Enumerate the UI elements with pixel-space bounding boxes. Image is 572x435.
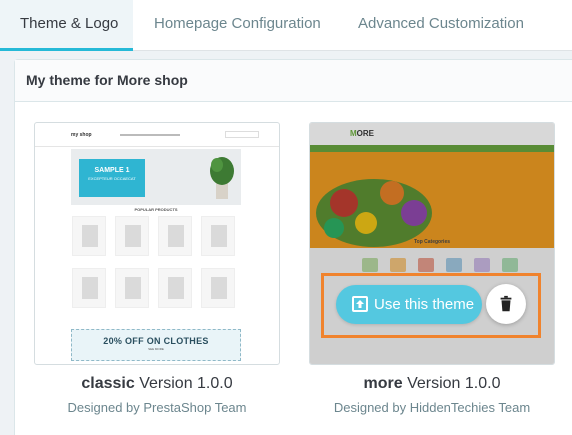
preview-product [72, 268, 106, 308]
preview-product [115, 268, 149, 308]
delete-theme-button[interactable] [486, 284, 526, 324]
preview-product [201, 268, 235, 308]
tab-theme-logo[interactable]: Theme & Logo [0, 0, 133, 51]
tab-homepage-configuration[interactable]: Homepage Configuration [134, 0, 334, 51]
preview-search [225, 131, 259, 138]
theme-title-more: more Version 1.0.0 [309, 375, 555, 393]
theme-name: classic [81, 375, 135, 392]
theme-preview-classic[interactable]: my shop SAMPLE 1 EXCEPTEUR OCCAECAT POPU… [34, 122, 280, 365]
preview-banner-title: 20% OFF ON CLOTHES [103, 336, 209, 346]
trash-icon [500, 295, 512, 312]
panel-title: My theme for More shop [15, 60, 572, 102]
preview-product [201, 216, 235, 256]
use-this-theme-button[interactable]: Use this theme [336, 285, 482, 324]
preview-product [158, 216, 192, 256]
preview-hero-subtitle: EXCEPTEUR OCCAECAT [88, 176, 136, 181]
theme-version: Version 1.0.0 [407, 375, 501, 392]
upload-icon [352, 296, 368, 312]
theme-name: more [363, 375, 403, 392]
preview-product [115, 216, 149, 256]
preview-hero-box: SAMPLE 1 EXCEPTEUR OCCAECAT [79, 159, 145, 197]
preview-product [72, 216, 106, 256]
use-this-theme-label: Use this theme [374, 296, 475, 313]
theme-version: Version 1.0.0 [139, 375, 233, 392]
preview-product [158, 268, 192, 308]
preview-header: my shop [35, 123, 279, 147]
theme-title-classic: classic Version 1.0.0 [34, 375, 280, 393]
theme-card-classic: my shop SAMPLE 1 EXCEPTEUR OCCAECAT POPU… [34, 122, 280, 415]
preview-hero-title: SAMPLE 1 [94, 167, 130, 174]
preview-sale-banner: 20% OFF ON CLOTHES SEE MORE [71, 329, 241, 361]
theme-author: Designed by PrestaShop Team [67, 400, 247, 415]
theme-author: Designed by HiddenTechies Team [333, 400, 531, 415]
preview-hero: SAMPLE 1 EXCEPTEUR OCCAECAT [71, 149, 241, 205]
preview-section-heading: POPULAR PRODUCTS [134, 207, 178, 212]
preview-logo: my shop [71, 132, 92, 138]
tab-bar: Theme & Logo Homepage Configuration Adva… [0, 0, 572, 51]
plant-image [210, 157, 234, 199]
preview-banner-subtitle: SEE MORE [148, 347, 164, 351]
preview-nav [120, 134, 180, 136]
tab-advanced-customization[interactable]: Advanced Customization [338, 0, 548, 51]
